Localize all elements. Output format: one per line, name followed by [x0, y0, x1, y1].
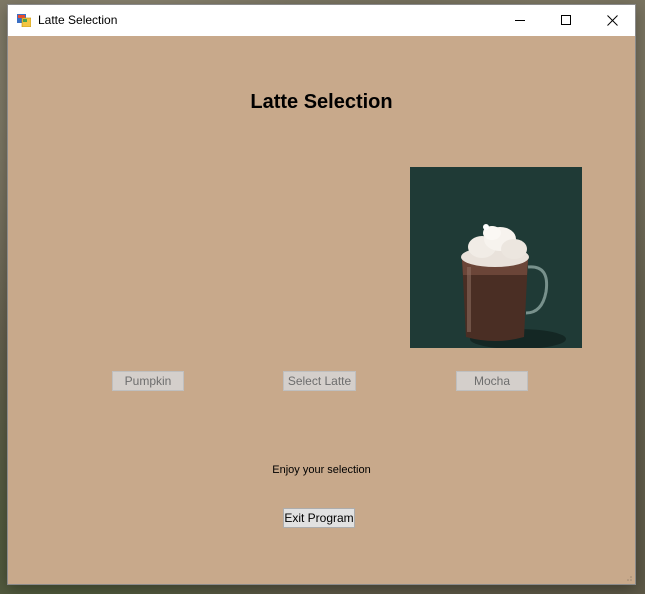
- page-title: Latte Selection: [250, 91, 393, 113]
- minimize-icon: [514, 20, 525, 21]
- latte-image: [410, 167, 582, 348]
- maximize-button[interactable]: [543, 5, 589, 36]
- select-latte-button[interactable]: Select Latte: [283, 371, 356, 391]
- app-window: Latte Selection Latte Selection Pumpkin …: [8, 5, 635, 584]
- maximize-icon: [560, 15, 571, 25]
- resize-grip-icon[interactable]: [623, 572, 633, 582]
- pumpkin-button[interactable]: Pumpkin: [112, 371, 184, 391]
- mocha-mug-image: [410, 167, 582, 348]
- status-label: Enjoy your selection: [272, 464, 371, 476]
- window-title: Latte Selection: [38, 13, 118, 27]
- title-bar[interactable]: Latte Selection: [8, 5, 635, 36]
- close-button[interactable]: [589, 5, 635, 36]
- exit-program-button[interactable]: Exit Program: [283, 508, 355, 528]
- app-icon: [17, 14, 31, 27]
- close-icon: [606, 15, 618, 26]
- minimize-button[interactable]: [497, 5, 543, 36]
- mocha-button[interactable]: Mocha: [456, 371, 528, 391]
